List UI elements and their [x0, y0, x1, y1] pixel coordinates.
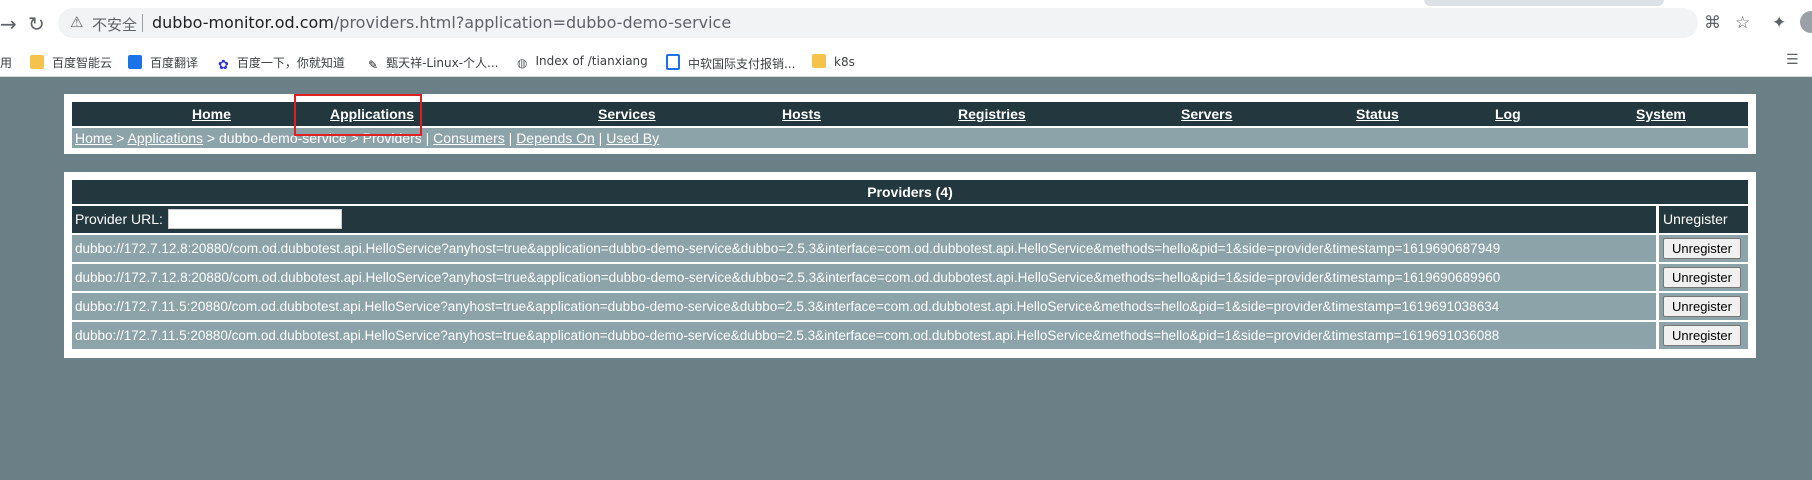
profile-avatar[interactable]: [1800, 11, 1812, 33]
bookmark-label: 百度智能云: [52, 56, 113, 70]
breadcrumb-separator: >: [346, 130, 363, 146]
table-row: dubbo://172.7.12.8:20880/com.od.dubbotes…: [72, 264, 1748, 291]
unregister-column-header: Unregister: [1659, 206, 1748, 233]
provider-url-input[interactable]: [168, 209, 342, 229]
action-cell: Unregister: [1659, 264, 1748, 291]
unregister-button[interactable]: Unregister: [1663, 296, 1741, 317]
menu-servers[interactable]: Servers: [1181, 106, 1232, 122]
tab-strip-edge: [1424, 0, 1664, 6]
breadcrumb-separator: |: [504, 130, 517, 146]
bookmark-item[interactable]: k8s: [812, 54, 855, 69]
browser-toolbar: → ↻ ⚠ 不安全 dubbo-monitor.od.com/providers…: [0, 0, 1812, 46]
providers-title: Providers (4): [72, 180, 1748, 204]
table-row: dubbo://172.7.11.5:20880/com.od.dubbotes…: [72, 293, 1748, 320]
bookmark-label: 百度一下，你就知道: [236, 56, 345, 70]
action-cell: Unregister: [1659, 293, 1748, 320]
bookmark-label: Index of /tianxiang: [535, 54, 648, 68]
table-row: dubbo://172.7.12.8:20880/com.od.dubbotes…: [72, 235, 1748, 262]
back-arrow-icon[interactable]: →: [0, 12, 17, 36]
breadcrumb-separator: |: [421, 130, 434, 146]
reload-icon[interactable]: ↻: [28, 12, 45, 36]
menu-hosts[interactable]: Hosts: [782, 106, 821, 122]
filter-cell: Provider URL:: [72, 206, 1656, 233]
unregister-button[interactable]: Unregister: [1663, 238, 1741, 259]
filter-row: Provider URL: Unregister: [72, 206, 1748, 233]
breadcrumb-trail: Home > Applications > dubbo-demo-service…: [75, 130, 659, 146]
star-icon[interactable]: ☆: [1735, 13, 1750, 33]
bookmark-apps-fragment[interactable]: 用: [0, 54, 12, 71]
bookmark-label: 中软国际支付报销...: [688, 57, 796, 71]
site-icon: ✎: [368, 58, 379, 72]
url-path: /providers.html?application=dubbo-demo-s…: [333, 13, 732, 32]
breadcrumb: Home > Applications > dubbo-demo-service…: [72, 128, 1748, 148]
warning-icon[interactable]: ⚠: [70, 13, 83, 31]
folder-icon: [812, 54, 826, 68]
breadcrumb-separator: >: [203, 130, 220, 146]
globe-icon: ◍: [517, 56, 528, 70]
bookmarks-bar: 用 百度智能云 百度翻译 ✿ 百度一下，你就知道 ✎ 甄天祥-Linux-个人...…: [0, 46, 1812, 77]
providers-panel: Providers (4) Provider URL: Unregister d…: [64, 172, 1756, 358]
url-host: dubbo-monitor.od.com: [152, 13, 334, 32]
menu-registries[interactable]: Registries: [958, 106, 1026, 122]
breadcrumb-separator: |: [594, 130, 607, 146]
bookmark-label: k8s: [834, 55, 855, 69]
menu-applications[interactable]: Applications: [330, 106, 414, 122]
unregister-button[interactable]: Unregister: [1663, 325, 1741, 346]
bookmark-page-icon: [666, 54, 680, 70]
bookmark-item[interactable]: ✎ 甄天祥-Linux-个人...: [368, 54, 499, 72]
breadcrumb-applications[interactable]: Applications: [128, 130, 204, 146]
menu-system[interactable]: System: [1636, 106, 1686, 122]
menu-home[interactable]: Home: [192, 106, 231, 122]
baidu-paw-icon: ✿: [218, 58, 229, 73]
breadcrumb-home[interactable]: Home: [75, 130, 112, 146]
translate-icon[interactable]: ⌘: [1704, 13, 1721, 33]
bookmark-item[interactable]: 百度翻译: [128, 54, 198, 71]
translate-app-icon: [128, 55, 142, 69]
action-cell: Unregister: [1659, 322, 1748, 349]
bookmark-item[interactable]: ✿ 百度一下，你就知道: [218, 54, 345, 73]
breadcrumb-consumers[interactable]: Consumers: [433, 130, 505, 146]
bookmark-item[interactable]: 百度智能云: [30, 54, 112, 71]
bookmark-item[interactable]: ◍ Index of /tianxiang: [517, 54, 648, 70]
breadcrumb-app-name: dubbo-demo-service: [219, 130, 347, 146]
address-divider: [142, 14, 143, 32]
extensions-icon[interactable]: ✦: [1772, 13, 1786, 33]
main-menu: Home Applications Services Hosts Registr…: [72, 102, 1748, 126]
breadcrumb-used-by[interactable]: Used By: [606, 130, 659, 146]
action-cell: Unregister: [1659, 235, 1748, 262]
provider-url-cell: dubbo://172.7.11.5:20880/com.od.dubbotes…: [72, 293, 1656, 320]
breadcrumb-current: Providers: [362, 130, 422, 146]
menu-services[interactable]: Services: [598, 106, 656, 122]
reading-list-icon[interactable]: ☰: [1786, 52, 1799, 68]
provider-url-cell: dubbo://172.7.11.5:20880/com.od.dubbotes…: [72, 322, 1656, 349]
bookmark-label: 百度翻译: [150, 56, 199, 70]
provider-url-cell: dubbo://172.7.12.8:20880/com.od.dubbotes…: [72, 264, 1656, 291]
url-text[interactable]: dubbo-monitor.od.com/providers.html?appl…: [152, 13, 731, 32]
provider-url-label: Provider URL:: [75, 211, 163, 227]
bookmark-label: 甄天祥-Linux-个人...: [386, 56, 499, 70]
table-row: dubbo://172.7.11.5:20880/com.od.dubbotes…: [72, 322, 1748, 349]
breadcrumb-depends-on[interactable]: Depends On: [516, 130, 595, 146]
nav-panel: Home Applications Services Hosts Registr…: [64, 94, 1756, 154]
folder-icon: [30, 55, 44, 69]
menu-log[interactable]: Log: [1495, 106, 1521, 122]
provider-url-cell: dubbo://172.7.12.8:20880/com.od.dubbotes…: [72, 235, 1656, 262]
insecure-label[interactable]: 不安全: [92, 14, 137, 35]
bookmark-item[interactable]: 中软国际支付报销...: [666, 54, 795, 72]
breadcrumb-separator: >: [112, 130, 128, 146]
menu-status[interactable]: Status: [1356, 106, 1399, 122]
unregister-button[interactable]: Unregister: [1663, 267, 1741, 288]
